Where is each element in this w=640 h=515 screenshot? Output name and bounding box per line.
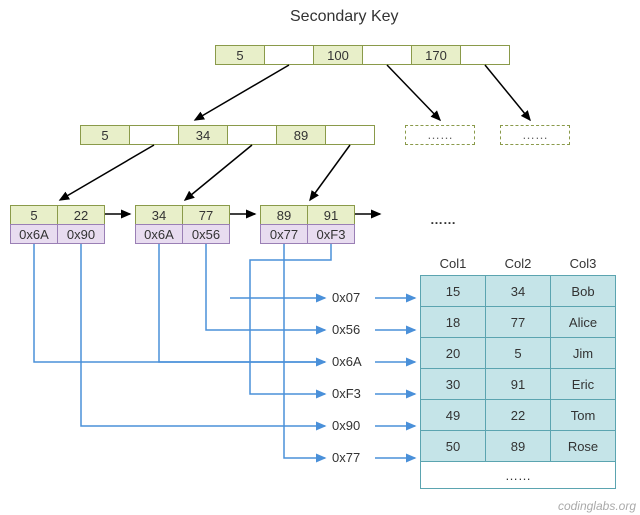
table-cell: 5: [486, 338, 551, 369]
mid-key-0: 5: [80, 125, 130, 145]
table-cell: Tom: [551, 400, 616, 431]
ptr-label-2: 0x6A: [332, 354, 362, 369]
table-header: Col2: [486, 252, 551, 276]
mid-ptr-1: [227, 125, 277, 145]
table-row: 1877Alice: [421, 307, 616, 338]
table-cell: 30: [421, 369, 486, 400]
root-ptr-0: [264, 45, 314, 65]
table-row: 1534Bob: [421, 276, 616, 307]
ptr-label-0: 0x07: [332, 290, 360, 305]
table-header: Col1: [421, 252, 486, 276]
mid-ellipsis-1: ……: [405, 125, 475, 145]
table-cell: Bob: [551, 276, 616, 307]
leaf1-addr-0: 0x6A: [10, 224, 58, 244]
table-cell: 22: [486, 400, 551, 431]
root-ptr-2: [460, 45, 510, 65]
leaf2-key-0: 34: [135, 205, 183, 225]
leaf2-addr-1: 0x56: [182, 224, 230, 244]
table-header-row: Col1 Col2 Col3: [421, 252, 616, 276]
mid-ptr-2: [325, 125, 375, 145]
root-key-2: 170: [411, 45, 461, 65]
leaf3-key-0: 89: [260, 205, 308, 225]
table-cell: Rose: [551, 431, 616, 462]
data-table: Col1 Col2 Col3 1534Bob 1877Alice 205Jim …: [420, 252, 616, 489]
leaf3-addr-1: 0xF3: [307, 224, 355, 244]
table-cell: 89: [486, 431, 551, 462]
table-row: 5089Rose: [421, 431, 616, 462]
diagram-title: Secondary Key: [290, 8, 399, 26]
leaf3-key-1: 91: [307, 205, 355, 225]
root-key-1: 100: [313, 45, 363, 65]
table-cell: 91: [486, 369, 551, 400]
mid-ellipsis-2: ……: [500, 125, 570, 145]
leaf1-key-0: 5: [10, 205, 58, 225]
table-cell: 18: [421, 307, 486, 338]
table-header: Col3: [551, 252, 616, 276]
mid-key-2: 89: [276, 125, 326, 145]
leaf2-addr-0: 0x6A: [135, 224, 183, 244]
ptr-label-4: 0x90: [332, 418, 360, 433]
table-cell: Alice: [551, 307, 616, 338]
watermark: codinglabs.org: [558, 499, 636, 513]
ptr-label-5: 0x77: [332, 450, 360, 465]
table-cell: 50: [421, 431, 486, 462]
leaf-ellipsis: ……: [430, 212, 456, 227]
table-row: 4922Tom: [421, 400, 616, 431]
table-row: 205Jim: [421, 338, 616, 369]
table-cell: 34: [486, 276, 551, 307]
table-row: 3091Eric: [421, 369, 616, 400]
table-cell: 15: [421, 276, 486, 307]
mid-key-1: 34: [178, 125, 228, 145]
table-cell: Eric: [551, 369, 616, 400]
root-ptr-1: [362, 45, 412, 65]
table-cell: Jim: [551, 338, 616, 369]
ptr-label-3: 0xF3: [332, 386, 361, 401]
leaf1-key-1: 22: [57, 205, 105, 225]
table-cell: 20: [421, 338, 486, 369]
table-cell-ellipsis: ……: [421, 462, 616, 489]
leaf1-addr-1: 0x90: [57, 224, 105, 244]
root-key-0: 5: [215, 45, 265, 65]
table-cell: 77: [486, 307, 551, 338]
mid-ptr-0: [129, 125, 179, 145]
ptr-label-1: 0x56: [332, 322, 360, 337]
table-row-bottom: ……: [421, 462, 616, 489]
leaf3-addr-0: 0x77: [260, 224, 308, 244]
table-cell: 49: [421, 400, 486, 431]
leaf2-key-1: 77: [182, 205, 230, 225]
